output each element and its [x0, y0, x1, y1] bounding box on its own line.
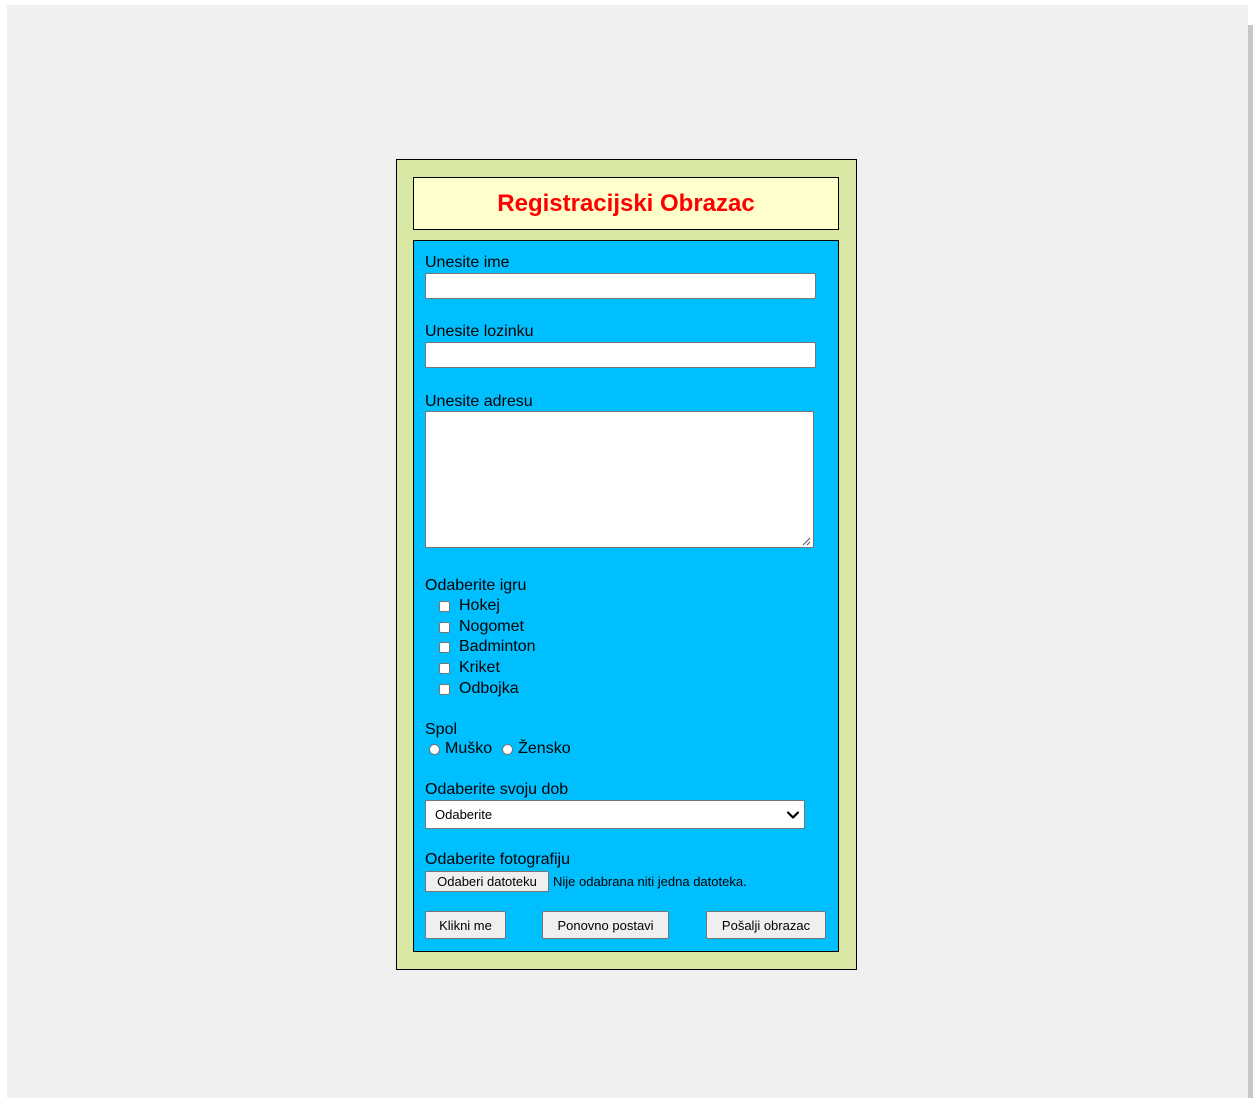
gender-options: Muško Žensko — [429, 739, 571, 759]
game-option-hokej[interactable]: Hokej — [439, 596, 500, 616]
checkbox[interactable] — [439, 662, 450, 674]
form-header: Registracijski Obrazac — [413, 177, 839, 230]
password-input[interactable] — [425, 342, 816, 368]
photo-label: Odaberite fotografiju — [425, 851, 570, 868]
registration-container: Registracijski Obrazac Unesite ime Unesi… — [396, 159, 857, 970]
game-option-nogomet[interactable]: Nogomet — [439, 617, 524, 637]
game-option-label: Kriket — [459, 659, 500, 676]
game-option-odbojka[interactable]: Odbojka — [439, 679, 519, 699]
game-option-label: Hokej — [459, 597, 500, 614]
gender-radio-musko[interactable] — [429, 743, 440, 755]
gender-label: Spol — [425, 721, 458, 738]
vertical-scrollbar[interactable] — [1248, 25, 1253, 1098]
checkbox[interactable] — [439, 683, 450, 695]
game-option-kriket[interactable]: Kriket — [439, 658, 500, 678]
address-label: Unesite adresu — [425, 393, 533, 410]
gender-option-label: Žensko — [518, 740, 571, 757]
games-label: Odaberite igru — [425, 577, 527, 594]
choose-file-button[interactable]: Odaberi datoteku — [425, 870, 549, 892]
click-me-button[interactable]: Klikni me — [425, 911, 506, 939]
submit-button[interactable]: Pošalji obrazac — [706, 911, 826, 939]
checkbox[interactable] — [439, 621, 450, 633]
name-label: Unesite ime — [425, 254, 510, 271]
age-select[interactable]: Odaberite — [425, 800, 805, 829]
password-label: Unesite lozinku — [425, 323, 534, 340]
gender-option-label: Muško — [445, 740, 493, 757]
reset-button[interactable]: Ponovno postavi — [542, 911, 669, 939]
age-label: Odaberite svoju dob — [425, 781, 569, 798]
game-option-label: Nogomet — [459, 618, 524, 635]
registration-form: Unesite ime Unesite lozinku Unesite adre… — [413, 240, 839, 952]
game-option-badminton[interactable]: Badminton — [439, 637, 536, 657]
chevron-down-icon — [786, 810, 800, 819]
resize-grip-icon[interactable] — [801, 536, 811, 546]
name-input[interactable] — [425, 273, 816, 299]
game-option-label: Badminton — [459, 638, 536, 655]
page-title: Registracijski Obrazac — [497, 189, 755, 217]
checkbox[interactable] — [439, 600, 450, 612]
checkbox[interactable] — [439, 641, 450, 653]
file-picker: Odaberi datoteku Nije odabrana niti jedn… — [425, 870, 747, 892]
game-option-label: Odbojka — [459, 680, 519, 697]
gender-radio-zensko[interactable] — [502, 743, 514, 755]
age-select-value: Odaberite — [435, 807, 493, 822]
file-status-text: Nije odabrana niti jedna datoteka. — [553, 873, 747, 889]
address-textarea[interactable] — [425, 411, 814, 548]
